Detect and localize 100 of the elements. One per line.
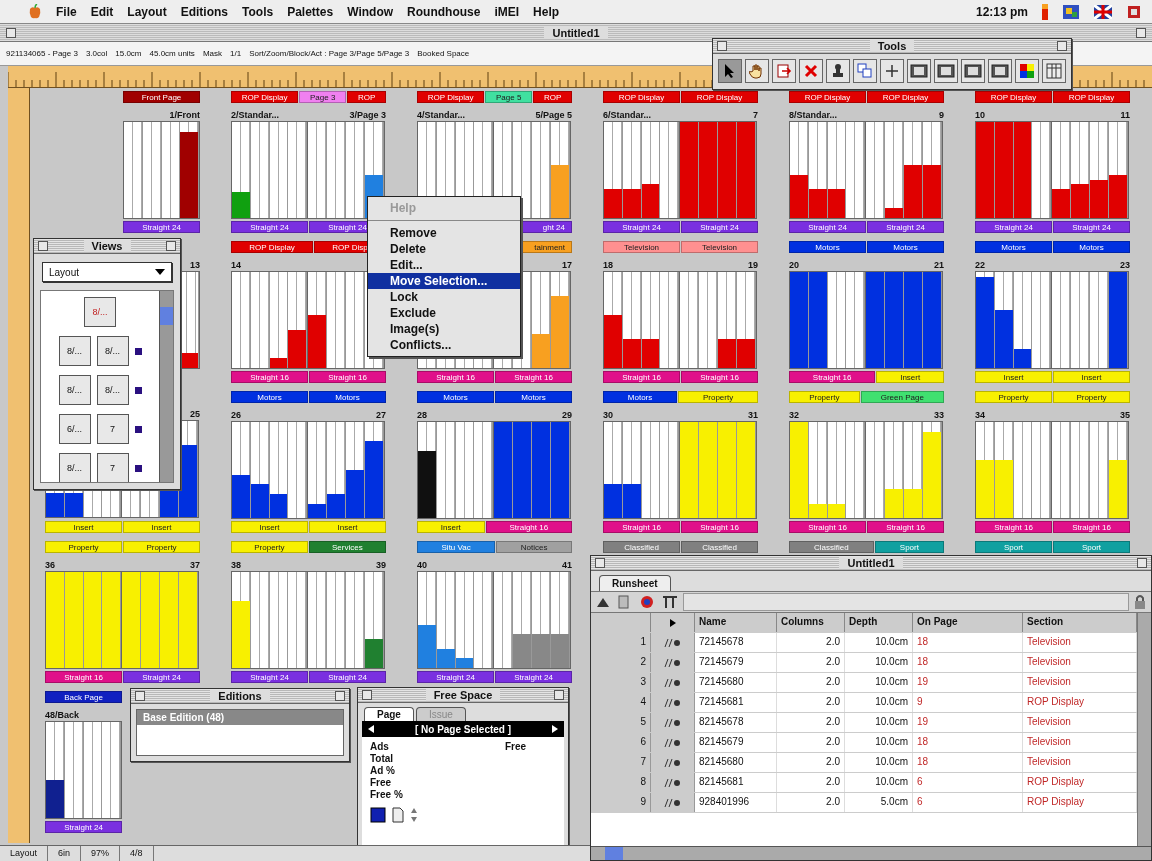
page-label: 26 — [231, 410, 241, 421]
template-label: Straight 16 — [789, 521, 866, 533]
view-thumbnail[interactable]: 8/... — [58, 336, 91, 366]
status-item[interactable]: 6in — [48, 845, 82, 861]
page-label: 10 — [975, 110, 985, 121]
page-label: 31 — [748, 410, 758, 421]
template-label: Straight 24 — [45, 821, 122, 833]
view-thumbnail[interactable]: 7 — [96, 453, 129, 482]
template-label: Straight 24 — [789, 221, 866, 233]
column-header[interactable]: Name — [695, 613, 777, 632]
menu-item[interactable]: Move Selection... — [368, 273, 520, 289]
page-label: 19 — [748, 260, 758, 271]
section-label: Property — [1053, 391, 1130, 403]
column-header[interactable]: Section — [1023, 613, 1137, 632]
view-dropdown[interactable]: Layout — [42, 262, 172, 282]
tab[interactable]: Runsheet — [599, 575, 671, 591]
page-label: 7 — [753, 110, 758, 121]
section-label: ROP Display — [231, 241, 314, 253]
table-cell: 2.0 — [777, 753, 845, 772]
table-cell: 2.0 — [777, 793, 845, 812]
section-label: Sport — [874, 541, 944, 553]
page-label: 14 — [231, 260, 241, 271]
menu-item[interactable]: Editions — [180, 4, 229, 19]
info-text: Booked Space — [417, 49, 470, 58]
column-header[interactable]: Columns — [777, 613, 845, 632]
template-label: Insert — [231, 521, 308, 533]
template-label: Straight 24 — [123, 221, 200, 233]
page-label: 6/Standar... — [603, 110, 652, 121]
menu-item[interactable]: Layout — [127, 4, 167, 19]
row-number: 9 — [591, 793, 651, 812]
view-thumbnail[interactable]: 7 — [96, 414, 129, 444]
menu-item[interactable]: Tools — [242, 4, 274, 19]
column-header[interactable]: On Page — [913, 613, 1023, 632]
row-number: 3 — [591, 673, 651, 692]
page-label: 29 — [562, 410, 572, 421]
table-cell: 9 — [913, 693, 1023, 712]
section-label: ROP Display — [603, 91, 680, 103]
view-thumbnail[interactable]: 6/... — [58, 414, 91, 444]
page-label: 20 — [789, 260, 799, 271]
section-label: Front Page — [123, 91, 200, 103]
table-cell: 18 — [913, 633, 1023, 652]
template-label: Insert — [417, 521, 485, 533]
template-label: Straight 16 — [309, 371, 386, 383]
template-label: Insert — [876, 371, 944, 383]
view-thumbnail[interactable]: 8/... — [58, 453, 91, 482]
section-label: Motors — [1053, 241, 1130, 253]
info-text: 45.0cm units — [149, 49, 195, 58]
table-cell: 19 — [913, 713, 1023, 732]
status-item[interactable]: Layout — [0, 845, 49, 861]
section-label: ROP Display — [1053, 91, 1130, 103]
tab[interactable]: Page — [364, 707, 414, 721]
section-label: ROP Display — [681, 91, 758, 103]
view-thumbnail[interactable]: 8/... — [96, 375, 129, 405]
template-label: Straight 16 — [1053, 521, 1130, 533]
menu-item[interactable]: File — [56, 4, 77, 19]
template-label: Straight 16 — [417, 371, 494, 383]
table-cell: 2.0 — [777, 713, 845, 732]
info-text: Sort/Zoom/Block/Act : Page 3/Page 5/Page 3 — [249, 49, 410, 58]
section-label: Property — [45, 541, 122, 553]
view-thumbnail[interactable]: 8/... — [58, 375, 91, 405]
menu-item[interactable]: Window — [347, 4, 394, 19]
menu-item[interactable]: Image(s) — [368, 321, 520, 337]
menu-item[interactable]: Edit... — [368, 257, 520, 273]
status-item[interactable]: 97% — [81, 845, 121, 861]
table-cell: 2.0 — [777, 633, 845, 652]
status-item[interactable]: 4/8 — [120, 845, 154, 861]
menu-item[interactable]: Lock — [368, 289, 520, 305]
page-label: 25 — [190, 409, 200, 421]
menu-item[interactable]: Exclude — [368, 305, 520, 321]
view-thumbnail[interactable]: 8/... — [96, 336, 129, 366]
section-label: Page 3 — [299, 91, 347, 103]
template-label: Insert — [309, 521, 386, 533]
edition-item[interactable]: Base Edition (48) — [137, 710, 343, 725]
section-label: ROP Display — [867, 91, 944, 103]
view-thumbnail[interactable]: 8/... — [84, 297, 116, 327]
table-cell: 82145680 — [695, 753, 777, 772]
table-cell: 18 — [913, 753, 1023, 772]
template-label: Straight 16 — [231, 371, 308, 383]
menu-item[interactable]: Palettes — [287, 4, 334, 19]
section-label: Property — [789, 391, 860, 403]
menu-item[interactable]: Help — [533, 4, 560, 19]
menu-item[interactable]: iMEI — [494, 4, 520, 19]
table-cell: 6 — [913, 773, 1023, 792]
template-label: Straight 24 — [231, 221, 308, 233]
template-label: Straight 16 — [681, 371, 758, 383]
table-cell: 2.0 — [777, 673, 845, 692]
section-label: Motors — [789, 241, 866, 253]
column-header[interactable]: Depth — [845, 613, 913, 632]
window-title: Views — [83, 240, 131, 252]
clock[interactable]: 12:13 pm — [975, 4, 1028, 19]
menu-item[interactable]: Edit — [90, 4, 114, 19]
template-label: Insert — [123, 521, 200, 533]
template-label: Straight 16 — [975, 521, 1052, 533]
menu-item[interactable]: Conflicts... — [368, 337, 520, 353]
template-label: Straight 24 — [231, 671, 308, 683]
page-label: 11 — [1120, 110, 1130, 121]
page-status: [ No Page Selected ] — [414, 723, 512, 735]
menu-item[interactable]: Roundhouse — [407, 4, 481, 19]
window-title: Untitled1 — [544, 26, 608, 39]
column-label: Ads — [370, 741, 389, 752]
